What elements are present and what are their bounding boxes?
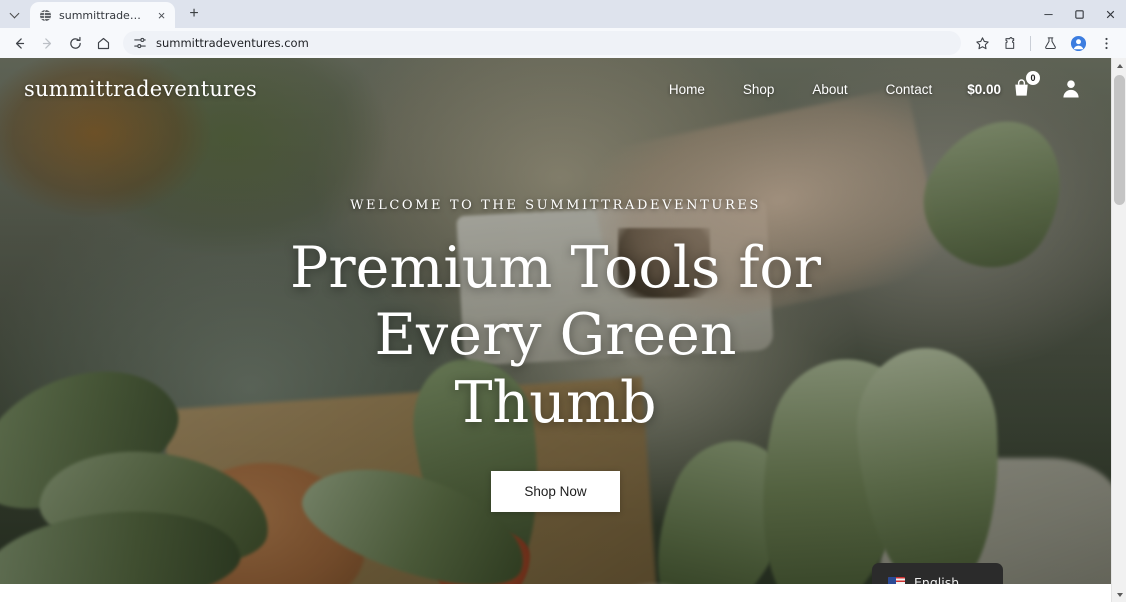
tab-strip: summittradeventures × + [0,0,1126,28]
profile-avatar-icon[interactable] [1065,30,1092,56]
toolbar-divider [1030,35,1031,51]
reload-icon[interactable] [62,30,89,56]
window-controls [1033,0,1126,28]
hero-content: WELCOME TO THE SUMMITTRADEVENTURES Premi… [0,58,1111,584]
tune-sliders-icon[interactable] [133,36,148,51]
star-icon[interactable] [969,30,996,56]
language-switcher-label: English [914,575,960,584]
address-bar[interactable]: summittradeventures.com [123,31,961,55]
language-switcher[interactable]: English [872,563,1003,584]
tab-close-button[interactable]: × [154,8,169,23]
page-scrollbar[interactable] [1111,58,1126,602]
hero-eyebrow: WELCOME TO THE SUMMITTRADEVENTURES [350,198,761,213]
maximize-icon[interactable] [1064,0,1095,28]
three-dot-menu-icon[interactable] [1093,30,1120,56]
hero-headline: Premium Tools for Every Green Thumb [290,235,821,436]
shop-now-button[interactable]: Shop Now [491,470,620,512]
home-icon[interactable] [90,30,117,56]
tab-title: summittradeventures [59,8,147,22]
scrollbar-up-arrow-icon[interactable] [1112,58,1126,73]
minimize-icon[interactable] [1033,0,1064,28]
extensions-puzzle-icon[interactable] [997,30,1024,56]
address-bar-url: summittradeventures.com [156,36,309,50]
flask-icon[interactable] [1037,30,1064,56]
us-flag-icon [888,576,905,584]
page-viewport: summittradeventures Home Shop About Cont… [0,58,1126,602]
back-arrow-icon[interactable] [6,30,33,56]
scrollbar-down-arrow-icon[interactable] [1112,587,1126,602]
hero-section: summittradeventures Home Shop About Cont… [0,58,1111,584]
globe-icon [39,9,52,22]
browser-toolbar: summittradeventures.com [0,28,1126,58]
new-tab-button[interactable]: + [181,1,207,27]
close-icon[interactable] [1095,0,1126,28]
browser-window: summittradeventures × + [0,0,1126,602]
scrollbar-thumb[interactable] [1114,75,1125,205]
tab-search-button[interactable] [0,0,30,28]
chevron-down-icon [10,9,20,19]
browser-tab[interactable]: summittradeventures × [30,2,175,28]
forward-arrow-icon[interactable] [34,30,61,56]
